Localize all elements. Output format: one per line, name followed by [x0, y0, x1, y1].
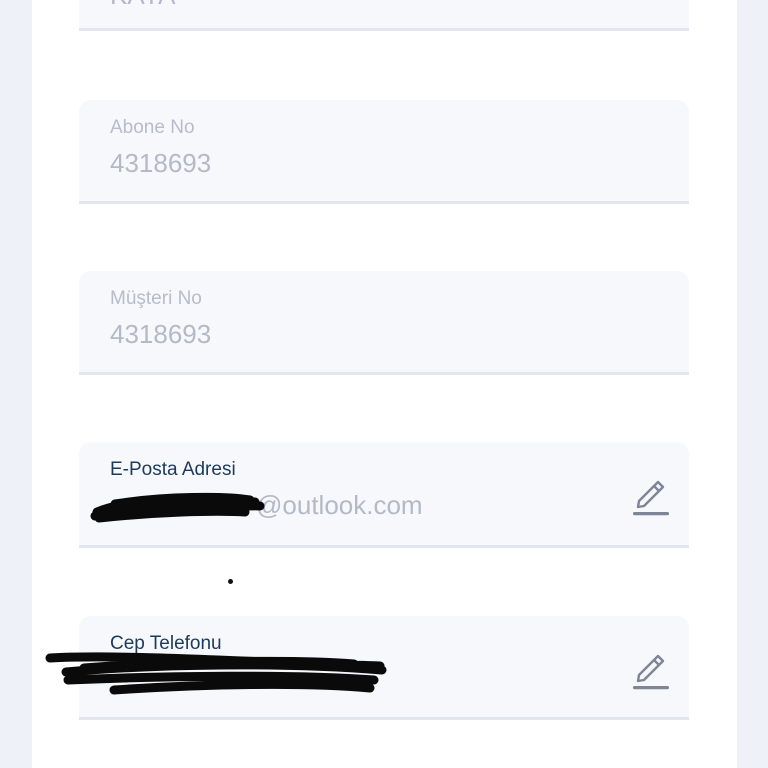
abone-no-label: Abone No — [110, 117, 195, 138]
email-value: @outlook.com — [256, 490, 423, 520]
abone-no-value: 4318693 — [110, 148, 212, 178]
phone-label: Cep Telefonu — [110, 633, 222, 654]
abone-no-field: Abone No 4318693 — [79, 100, 689, 204]
musteri-no-field: Müşteri No 4318693 — [79, 271, 689, 375]
partial-field: KAYA — [79, 0, 689, 31]
phone-edit-button[interactable] — [631, 648, 671, 692]
pencil-icon — [631, 648, 671, 692]
musteri-no-label: Müşteri No — [110, 288, 202, 309]
musteri-no-value: 4318693 — [110, 319, 212, 349]
pencil-icon — [631, 474, 671, 518]
partial-field-value: KAYA — [110, 0, 176, 10]
phone-field[interactable]: Cep Telefonu — [79, 616, 689, 720]
stray-dot — [228, 579, 233, 584]
profile-panel: KAYA Abone No 4318693 Müşteri No 4318693… — [32, 0, 737, 768]
email-field[interactable]: E-Posta Adresi @outlook.com — [79, 442, 689, 548]
email-label: E-Posta Adresi — [110, 459, 236, 480]
email-edit-button[interactable] — [631, 474, 671, 518]
